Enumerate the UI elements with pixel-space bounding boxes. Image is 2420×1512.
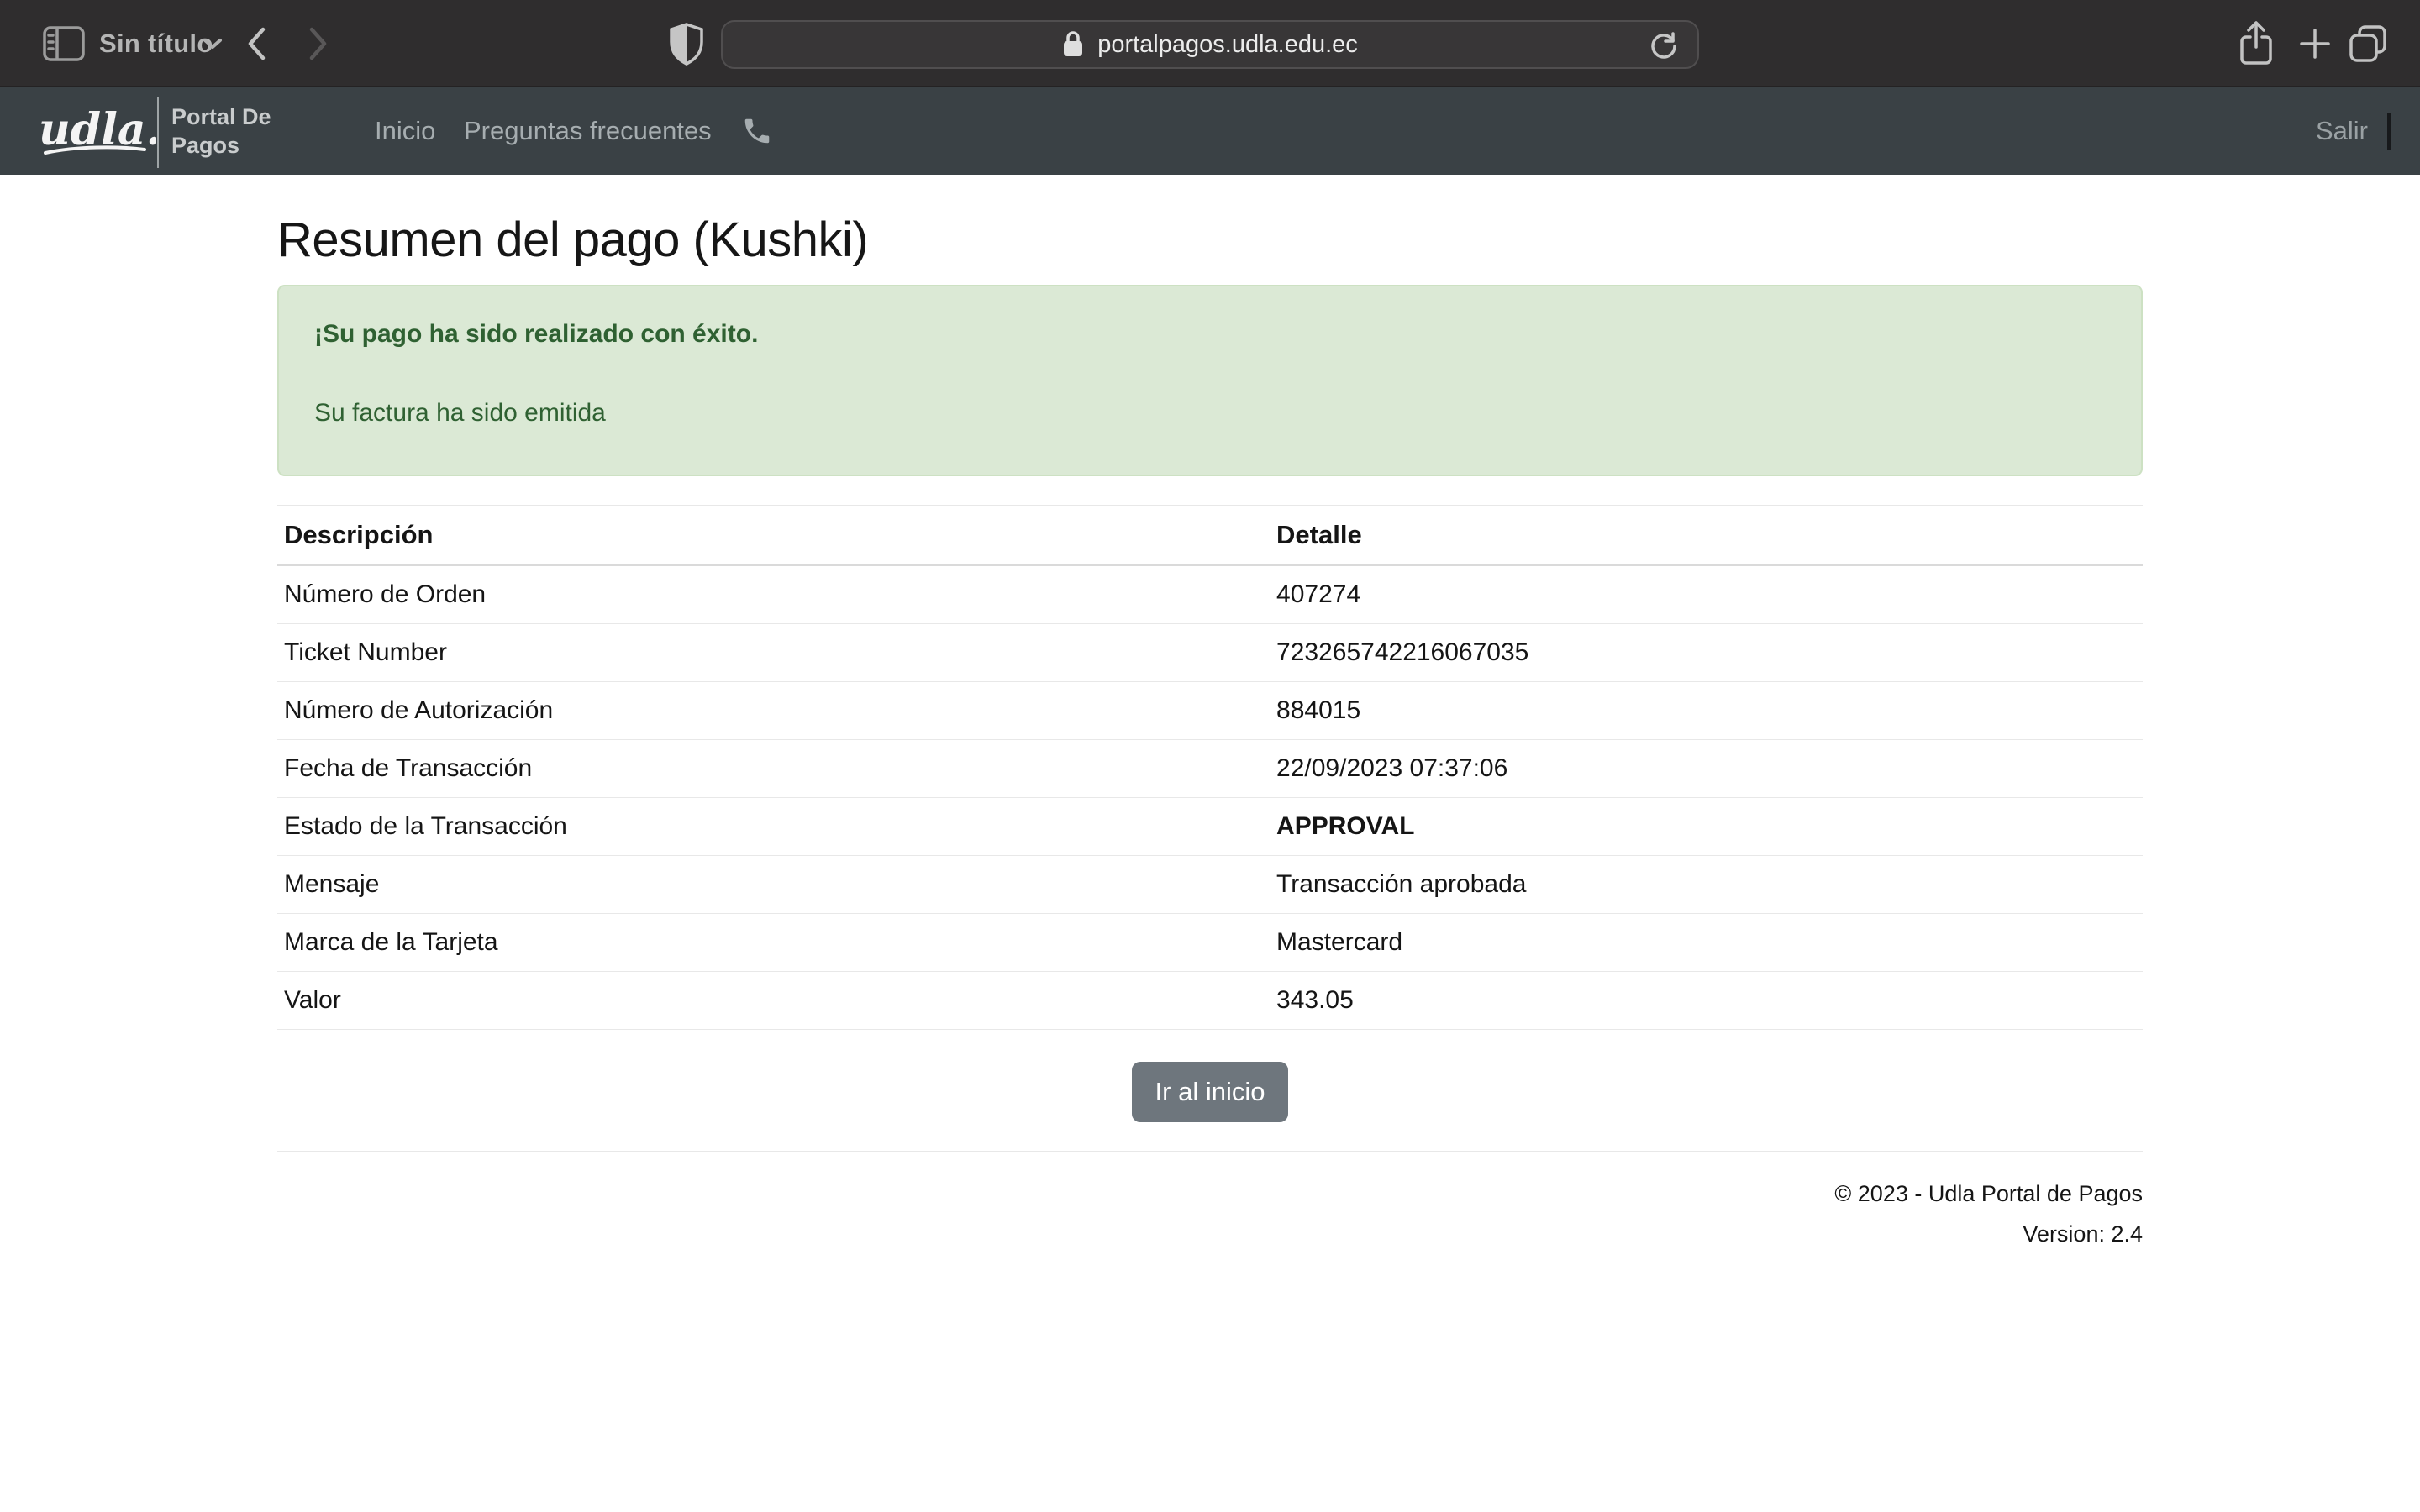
row-value: 22/09/2023 07:37:06 — [1270, 740, 2143, 798]
row-value: Transacción aprobada — [1270, 856, 2143, 914]
brand-line1: Portal De — [171, 102, 271, 131]
brand-title: Portal De Pagos — [171, 87, 271, 175]
row-label: Estado de la Transacción — [277, 798, 1270, 856]
chevron-down-icon — [202, 37, 224, 50]
forward-icon — [308, 26, 329, 61]
phone-link[interactable] — [741, 87, 773, 175]
row-label: Marca de la Tarjeta — [277, 914, 1270, 972]
tab-title-dropdown[interactable] — [202, 0, 224, 87]
browser-toolbar: Sin título portalpagos.udla.edu.ec — [0, 0, 2420, 87]
tab-overview-icon — [2346, 22, 2390, 66]
address-bar[interactable]: portalpagos.udla.edu.ec — [721, 20, 1699, 69]
row-value: 407274 — [1270, 565, 2143, 624]
table-row: Mensaje Transacción aprobada — [277, 856, 2143, 914]
row-value-status: APPROVAL — [1270, 798, 2143, 856]
udla-logo-icon: udla. — [39, 97, 156, 165]
table-row: Número de Orden 407274 — [277, 565, 2143, 624]
footer-version: Version: 2.4 — [277, 1214, 2143, 1254]
url-text: portalpagos.udla.edu.ec — [1097, 31, 1358, 59]
udla-logo[interactable]: udla. — [39, 87, 156, 175]
navbar-end-bar — [2387, 113, 2391, 150]
footer-copyright: © 2023 - Udla Portal de Pagos — [277, 1173, 2143, 1214]
tab-title: Sin título — [99, 29, 213, 59]
row-value: Mastercard — [1270, 914, 2143, 972]
table-row: Fecha de Transacción 22/09/2023 07:37:06 — [277, 740, 2143, 798]
table-row: Valor 343.05 — [277, 972, 2143, 1030]
reload-icon — [1649, 31, 1679, 61]
table-row: Marca de la Tarjeta Mastercard — [277, 914, 2143, 972]
phone-icon — [741, 115, 773, 147]
lock-icon — [1062, 30, 1084, 59]
sidebar-toggle-button[interactable] — [42, 0, 86, 87]
header-descripcion: Descripción — [277, 506, 1270, 566]
share-icon — [2237, 20, 2275, 67]
tab-overview-button[interactable] — [2346, 0, 2390, 87]
go-home-button[interactable]: Ir al inicio — [1132, 1062, 1289, 1122]
table-row: Estado de la Transacción APPROVAL — [277, 798, 2143, 856]
reload-button[interactable] — [1649, 31, 1679, 61]
button-row: Ir al inicio — [277, 1062, 2143, 1122]
row-value: 723265742216067035 — [1270, 624, 2143, 682]
header-detalle: Detalle — [1270, 506, 2143, 566]
table-row: Número de Autorización 884015 — [277, 682, 2143, 740]
tab-title-menu[interactable]: Sin título — [99, 0, 213, 87]
alert-message-secondary: Su factura ha sido emitida — [314, 399, 2106, 428]
row-label: Fecha de Transacción — [277, 740, 1270, 798]
back-icon — [245, 26, 267, 61]
main-content: Resumen del pago (Kushki) ¡Su pago ha si… — [277, 212, 2143, 1254]
footer: © 2023 - Udla Portal de Pagos Version: 2… — [277, 1173, 2143, 1254]
back-button[interactable] — [245, 0, 267, 87]
success-alert: ¡Su pago ha sido realizado con éxito. Su… — [277, 285, 2143, 476]
row-label: Ticket Number — [277, 624, 1270, 682]
nav-link-inicio[interactable]: Inicio — [375, 87, 435, 175]
share-button[interactable] — [2237, 0, 2275, 87]
forward-button[interactable] — [308, 0, 329, 87]
site-navbar: udla. Portal De Pagos Inicio Preguntas f… — [0, 87, 2420, 175]
nav-link-preguntas-frecuentes[interactable]: Preguntas frecuentes — [464, 87, 712, 175]
sidebar-icon — [42, 25, 86, 62]
privacy-report-button[interactable] — [666, 0, 708, 87]
row-value: 884015 — [1270, 682, 2143, 740]
new-tab-button[interactable] — [2296, 0, 2333, 87]
page-title: Resumen del pago (Kushki) — [277, 212, 2143, 268]
shield-icon — [666, 21, 708, 66]
footer-divider — [277, 1151, 2143, 1152]
row-label: Valor — [277, 972, 1270, 1030]
nav-link-salir[interactable]: Salir — [2316, 87, 2368, 175]
row-label: Mensaje — [277, 856, 1270, 914]
table-row: Ticket Number 723265742216067035 — [277, 624, 2143, 682]
row-label: Número de Autorización — [277, 682, 1270, 740]
alert-message-primary: ¡Su pago ha sido realizado con éxito. — [314, 320, 2106, 349]
payment-detail-table: Descripción Detalle Número de Orden 4072… — [277, 505, 2143, 1030]
brand-line2: Pagos — [171, 131, 271, 160]
table-header-row: Descripción Detalle — [277, 506, 2143, 566]
new-tab-icon — [2296, 25, 2333, 62]
row-label: Número de Orden — [277, 565, 1270, 624]
row-value: 343.05 — [1270, 972, 2143, 1030]
logo-divider — [157, 97, 159, 168]
